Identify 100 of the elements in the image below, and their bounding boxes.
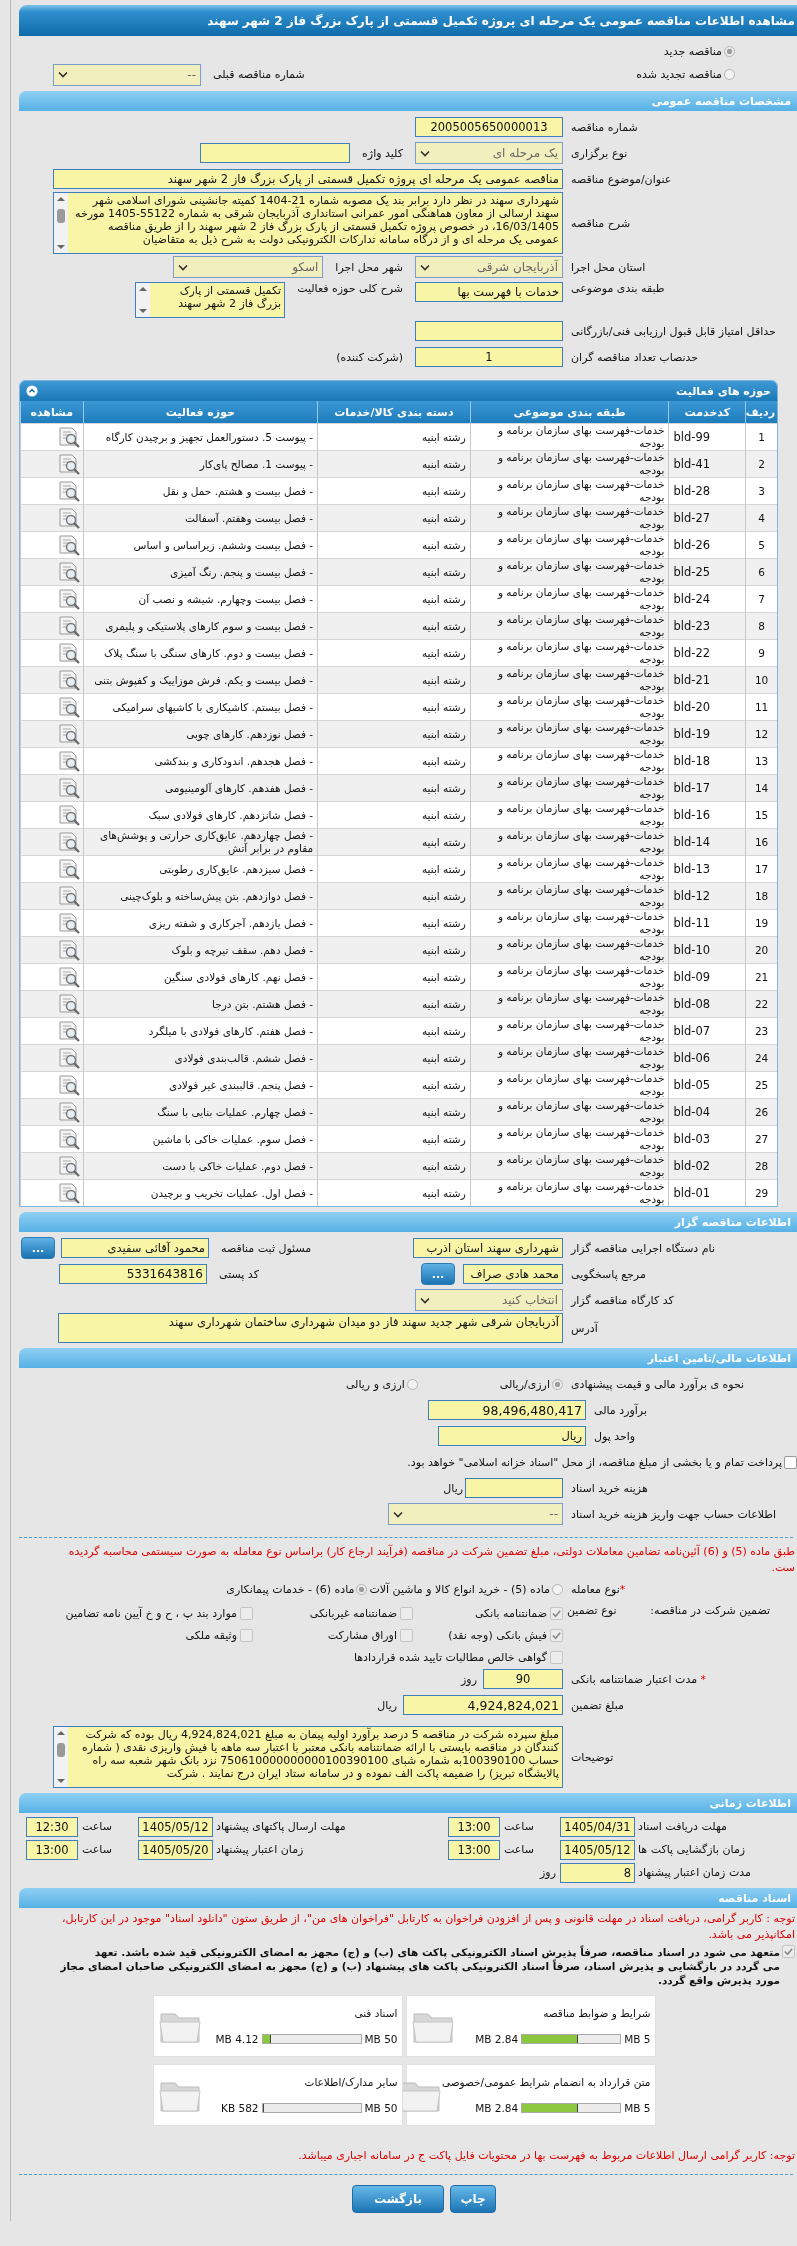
- text-field[interactable]: 5331643816: [59, 1264, 207, 1284]
- dropdown[interactable]: --: [53, 63, 201, 86]
- document-search-icon[interactable]: [56, 750, 81, 772]
- text-area[interactable]: مبلغ سپرده شرکت در مناقصه 5 درصد برآورد اولیه پیمان به مبلغ 4,924,824,021 ریال بوده که شرکت کنندگان در مناقصه بایستی با ارائه ضمانتنامه بانکی معتبر با اعتبار سه ماهه یا فیش واریزی نقدی ( شماره حساب 100390100به شماره شبای 750610000000000100390100 نزد بانک شهر شعبه سه راه پالایشگاه تبریز) را ضمیمه پاکت الف نموده و در سامانه ستاد ایران درج نمایند . شرکت: [53, 1726, 563, 1788]
- radio-button[interactable]: [356, 1583, 368, 1595]
- text-field[interactable]: 8: [560, 1862, 635, 1883]
- text-area[interactable]: شهرداری سهند در نظر دارد برابر بند یک مصوبه شماره 21-1404 کمیته جانشینی شورای اسلامی شهر سهند ارسالی از معاون هماهنگی امور عمرانی استانداری آذربایجان شرقی به شماره 55122-1405 مورخه 16/03/1405، در خصوص پروژه تکمیل قسمتی از پارک بزرگ فاز 2 شهر سهند را از طریق مناقصه عمومی یک مرحله ای و از درگاه سامانه تدارکات الکترونیکی دولت به شرح ذیل به متقاضیان: [53, 192, 563, 254]
- table-cell: رشته ابنیه: [317, 666, 471, 694]
- browse-button[interactable]: ...: [21, 1237, 55, 1259]
- dropdown[interactable]: اسکو: [173, 256, 324, 278]
- document-search-icon[interactable]: [56, 858, 81, 880]
- text-field[interactable]: محمود آقائی سفیدی: [61, 1238, 209, 1258]
- time-field[interactable]: 12:30: [26, 1816, 78, 1837]
- column-header: طبقه بندی موضوعی: [470, 401, 669, 424]
- text-field[interactable]: 2005005650000013: [415, 117, 563, 137]
- document-search-icon[interactable]: [56, 426, 81, 448]
- notice-text: ست.: [770, 1560, 795, 1576]
- time-field[interactable]: 13:00: [448, 1816, 500, 1837]
- checkbox[interactable]: [550, 1628, 563, 1642]
- table-cell: - فصل هشتم. بتن درجا: [83, 990, 318, 1018]
- date-field[interactable]: 1405/04/31: [560, 1816, 635, 1837]
- checkbox[interactable]: [240, 1628, 253, 1642]
- table-cell: bld-14: [668, 828, 746, 856]
- text-field[interactable]: [200, 143, 351, 163]
- document-search-icon[interactable]: [56, 804, 81, 826]
- checkbox[interactable]: [240, 1606, 253, 1620]
- chevron-icon: [178, 263, 189, 271]
- text-field[interactable]: [465, 1478, 563, 1498]
- checkbox[interactable]: [550, 1606, 563, 1620]
- document-search-icon[interactable]: [56, 1182, 81, 1204]
- text-field[interactable]: ریال: [438, 1426, 586, 1446]
- scrollbar[interactable]: [136, 283, 151, 317]
- document-search-icon[interactable]: [56, 777, 81, 799]
- text-field[interactable]: 90: [483, 1669, 563, 1689]
- text-field[interactable]: [415, 321, 563, 341]
- table-cell: bld-08: [668, 990, 746, 1018]
- checkbox[interactable]: [782, 1945, 795, 1958]
- document-search-icon[interactable]: [56, 966, 81, 988]
- radio-label: مناقصه جدید: [663, 45, 722, 58]
- dropdown[interactable]: یک مرحله ای: [415, 142, 563, 164]
- chevron-icon: [420, 149, 430, 157]
- dropdown[interactable]: انتخاب کنید: [415, 1289, 563, 1311]
- radio-button[interactable]: [552, 1583, 563, 1595]
- browse-button[interactable]: ...: [421, 1263, 455, 1285]
- text-field[interactable]: شهرداری سهند استان اذرب: [413, 1238, 563, 1258]
- dropdown[interactable]: --: [388, 1503, 563, 1525]
- document-search-icon[interactable]: [56, 1020, 81, 1042]
- document-search-icon[interactable]: [56, 885, 81, 907]
- text-field[interactable]: 98,496,480,417: [428, 1400, 586, 1420]
- text-area[interactable]: تکمیل قسمتی از پارک بزرگ فاز 2 شهر سهند: [135, 282, 286, 318]
- document-search-icon[interactable]: [56, 507, 81, 529]
- scrollbar[interactable]: [54, 1727, 68, 1787]
- scrollbar[interactable]: [54, 193, 68, 253]
- document-search-icon[interactable]: [56, 588, 81, 610]
- document-search-icon[interactable]: [56, 615, 81, 637]
- document-search-icon[interactable]: [56, 534, 81, 556]
- collapse-icon[interactable]: [26, 385, 38, 397]
- field-label: نوع تضمین: [567, 1604, 617, 1617]
- time-field[interactable]: 13:00: [26, 1839, 78, 1860]
- table-cell: رشته ابنیه: [317, 1098, 471, 1126]
- document-search-icon[interactable]: [56, 1047, 81, 1069]
- date-field[interactable]: 1405/05/12: [560, 1839, 635, 1860]
- radio-button[interactable]: [552, 1378, 563, 1390]
- text-field[interactable]: محمد هادی صراف: [463, 1264, 563, 1284]
- checkbox[interactable]: [400, 1628, 413, 1642]
- document-search-icon[interactable]: [56, 1128, 81, 1150]
- text-field[interactable]: 1: [415, 347, 563, 367]
- table-cell: - پیوست 1. مصالح پای‌کار: [83, 450, 318, 478]
- radio-button[interactable]: [724, 69, 735, 80]
- checkbox[interactable]: [400, 1606, 413, 1620]
- radio-button[interactable]: [406, 1378, 418, 1390]
- date-field[interactable]: 1405/05/20: [138, 1839, 213, 1860]
- table-cell: خدمات-فهرست بهای سازمان برنامه و بودجه: [470, 504, 669, 532]
- radio-button[interactable]: [724, 46, 735, 57]
- document-search-icon[interactable]: [56, 1074, 81, 1096]
- document-search-icon[interactable]: [56, 939, 81, 961]
- document-search-icon[interactable]: [56, 912, 81, 934]
- text-area[interactable]: آذربایجان شرقی شهر جدید سهند فاز دو میدان شهرداری ساختمان شهرداری سهند: [58, 1313, 563, 1343]
- table-cell: - فصل دهم. سقف تیرچه و بلوک: [83, 936, 318, 964]
- text-field[interactable]: 4,924,824,021: [403, 1695, 563, 1715]
- field-label: استان محل اجرا: [570, 260, 647, 274]
- checkbox[interactable]: [550, 1650, 563, 1664]
- document-search-icon[interactable]: [56, 561, 81, 583]
- document-search-icon[interactable]: [56, 696, 81, 718]
- document-search-icon[interactable]: [56, 723, 81, 745]
- checkbox-label: وثیقه ملکی: [185, 1628, 237, 1642]
- date-field[interactable]: 1405/05/12: [138, 1816, 213, 1837]
- document-search-icon[interactable]: [56, 1155, 81, 1177]
- document-search-icon[interactable]: [56, 480, 81, 502]
- checkbox[interactable]: [784, 1455, 797, 1469]
- document-search-icon[interactable]: [56, 642, 81, 664]
- text-field[interactable]: مناقصه عمومی یک مرحله ای پروژه تکمیل قسمتی از پارک بزرگ فاز 2 شهر سهند: [53, 169, 563, 189]
- document-search-icon[interactable]: [56, 831, 81, 853]
- document-search-icon[interactable]: [56, 453, 81, 475]
- document-search-icon[interactable]: [56, 1101, 81, 1123]
- time-field[interactable]: 13:00: [448, 1839, 500, 1860]
- document-search-icon[interactable]: [56, 669, 81, 691]
- document-search-icon[interactable]: [56, 993, 81, 1015]
- text-field[interactable]: خدمات با فهرست بها: [415, 282, 563, 302]
- dropdown[interactable]: آذربایجان شرقی: [415, 256, 563, 278]
